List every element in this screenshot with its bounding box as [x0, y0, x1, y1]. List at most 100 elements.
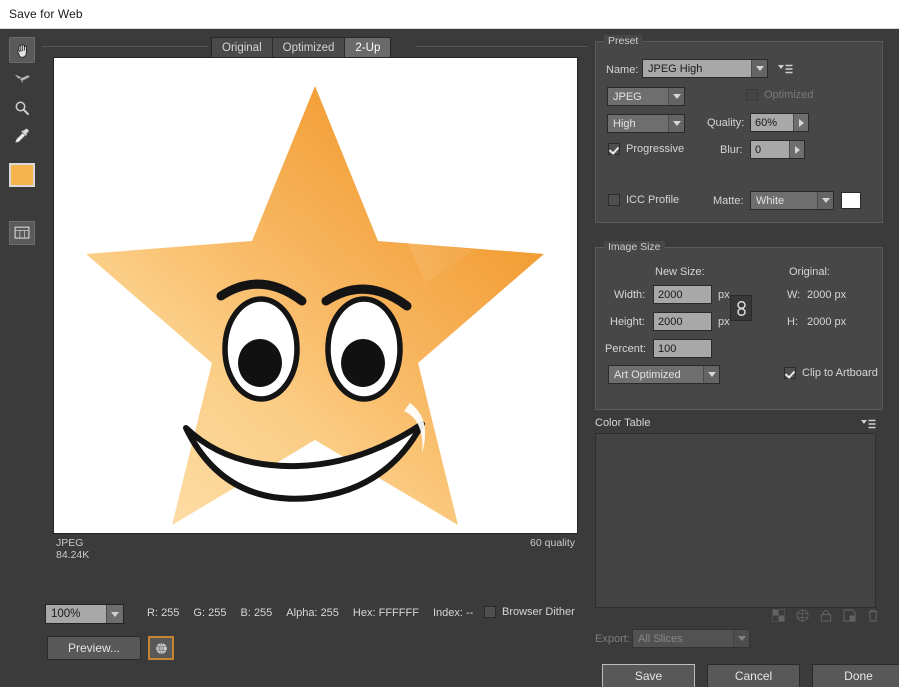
image-preview-canvas[interactable]	[53, 57, 578, 534]
clip-to-artboard-checkbox[interactable]: Clip to Artboard	[784, 367, 878, 379]
file-format-dropdown[interactable]: JPEG	[607, 87, 685, 106]
browser-dither-checkbox[interactable]: Browser Dither	[484, 606, 575, 618]
title-bar: Save for Web	[0, 0, 899, 29]
transparency-icon[interactable]	[772, 609, 785, 622]
optimized-checkbox: Optimized	[746, 89, 814, 101]
icc-profile-checkbox[interactable]: ICC Profile	[608, 194, 679, 206]
compression-quality-dropdown[interactable]: High	[607, 114, 685, 133]
settings-column: Preset Name: JPEG High JPEG Optimized Hi…	[588, 29, 899, 687]
color-table-group: Color Table	[595, 417, 883, 629]
quality-label: Quality:	[707, 117, 745, 129]
preset-menu-icon[interactable]	[778, 62, 793, 80]
percent-input[interactable]: 100	[653, 339, 712, 358]
slice-select-tool[interactable]	[9, 67, 35, 93]
save-for-web-dialog: Save for Web Original Optimized 2-Up JPE…	[0, 0, 899, 687]
constrain-proportions-button[interactable]	[730, 295, 752, 321]
lock-icon[interactable]	[820, 609, 832, 622]
color-table-swatches[interactable]	[595, 433, 876, 608]
chain-link-icon	[736, 300, 746, 316]
foreground-color-swatch[interactable]	[9, 163, 35, 187]
preview-button[interactable]: Preview...	[47, 636, 141, 660]
eyedropper-icon	[15, 128, 29, 143]
tab-rule-right	[416, 46, 588, 47]
matte-color-swatch[interactable]	[841, 192, 861, 209]
original-width-label: W:	[787, 289, 801, 301]
height-unit: px	[718, 316, 730, 328]
info-filesize: 84.24K	[56, 549, 90, 561]
original-height-value: 2000 px	[807, 316, 847, 328]
status-row: 100% R: 255 G: 255 B: 255 Alpha: 255 Hex: FF…	[42, 601, 588, 631]
tab-original[interactable]: Original	[212, 38, 273, 58]
readout-index: Index: --	[432, 607, 474, 619]
readout-r: R: 255	[147, 607, 180, 619]
eyedropper-tool[interactable]	[9, 123, 35, 149]
tool-strip	[0, 29, 42, 687]
chevron-down-icon	[751, 60, 767, 77]
compression-quality-value: High	[608, 115, 668, 132]
dialog-body: Original Optimized 2-Up JPEG 84.24K 60 q…	[0, 29, 899, 687]
new-size-label: New Size:	[655, 266, 705, 278]
width-unit: px	[718, 289, 730, 301]
zoom-tool[interactable]	[9, 95, 35, 121]
cancel-button[interactable]: Cancel	[707, 664, 800, 687]
readout-hex: Hex: FFFFFF	[352, 607, 419, 619]
resample-quality-dropdown[interactable]: Art Optimized	[608, 365, 720, 384]
image-size-group: Image Size New Size: Original: Width: 20…	[595, 241, 883, 410]
color-table-toolbar	[772, 609, 879, 622]
save-button[interactable]: Save	[602, 664, 695, 687]
toggle-slices-visibility-button[interactable]	[9, 221, 35, 245]
delete-color-icon[interactable]	[867, 609, 879, 622]
progressive-checkbox[interactable]: Progressive	[608, 143, 684, 155]
percent-label: Percent:	[605, 343, 646, 355]
dialog-button-row: Save Cancel Done	[588, 661, 899, 687]
chevron-down-icon	[733, 630, 749, 647]
blur-label: Blur:	[720, 144, 743, 156]
zoom-level-dropdown[interactable]: 100%	[45, 604, 124, 624]
chevron-right-icon	[789, 141, 804, 158]
preset-name-label: Name:	[606, 64, 639, 76]
resample-quality-value: Art Optimized	[609, 366, 703, 383]
optimization-info: JPEG 84.24K 60 quality	[53, 536, 578, 564]
browser-dither-label: Browser Dither	[502, 606, 575, 618]
quality-value: 60%	[751, 114, 793, 131]
tab-2up[interactable]: 2-Up	[345, 38, 391, 58]
view-tab-row: Original Optimized 2-Up	[42, 33, 588, 59]
icc-profile-label: ICC Profile	[626, 194, 680, 206]
optimized-label: Optimized	[764, 89, 814, 101]
smiling-star-artwork	[54, 58, 577, 533]
chevron-down-icon	[668, 115, 684, 132]
preset-name-value: JPEG High	[643, 60, 751, 77]
original-height-label: H:	[787, 316, 798, 328]
blur-stepper[interactable]: 0	[750, 140, 805, 159]
matte-value: White	[751, 192, 817, 209]
height-input[interactable]: 2000	[653, 312, 712, 331]
info-format: JPEG	[56, 537, 84, 549]
quality-stepper[interactable]: 60%	[750, 113, 809, 132]
original-width-value: 2000 px	[807, 289, 847, 301]
swatch-color	[11, 165, 33, 185]
blur-value: 0	[751, 141, 789, 158]
progressive-label: Progressive	[626, 143, 685, 155]
done-button[interactable]: Done	[812, 664, 899, 687]
slices-visibility-icon	[14, 226, 30, 239]
new-color-icon[interactable]	[843, 609, 856, 622]
checkbox-box	[484, 606, 496, 618]
window-title: Save for Web	[9, 7, 83, 21]
hand-tool[interactable]	[9, 37, 35, 63]
preset-name-dropdown[interactable]: JPEG High	[642, 59, 768, 78]
width-input[interactable]: 2000	[653, 285, 712, 304]
width-label: Width:	[614, 289, 646, 301]
readout-alpha: Alpha: 255	[286, 607, 339, 619]
zoom-level-value: 100%	[46, 605, 106, 623]
matte-dropdown[interactable]: White	[750, 191, 834, 210]
checkbox-box	[608, 143, 620, 155]
export-label: Export:	[595, 633, 630, 645]
preview-column: Original Optimized 2-Up JPEG 84.24K 60 q…	[42, 29, 588, 687]
clip-to-artboard-label: Clip to Artboard	[802, 367, 878, 379]
original-label: Original:	[789, 266, 830, 278]
tab-optimized[interactable]: Optimized	[272, 38, 346, 58]
preview-in-browser-button[interactable]	[148, 636, 174, 660]
web-shift-icon[interactable]	[796, 609, 809, 622]
checkbox-box	[784, 367, 796, 379]
checkbox-box	[746, 89, 758, 101]
